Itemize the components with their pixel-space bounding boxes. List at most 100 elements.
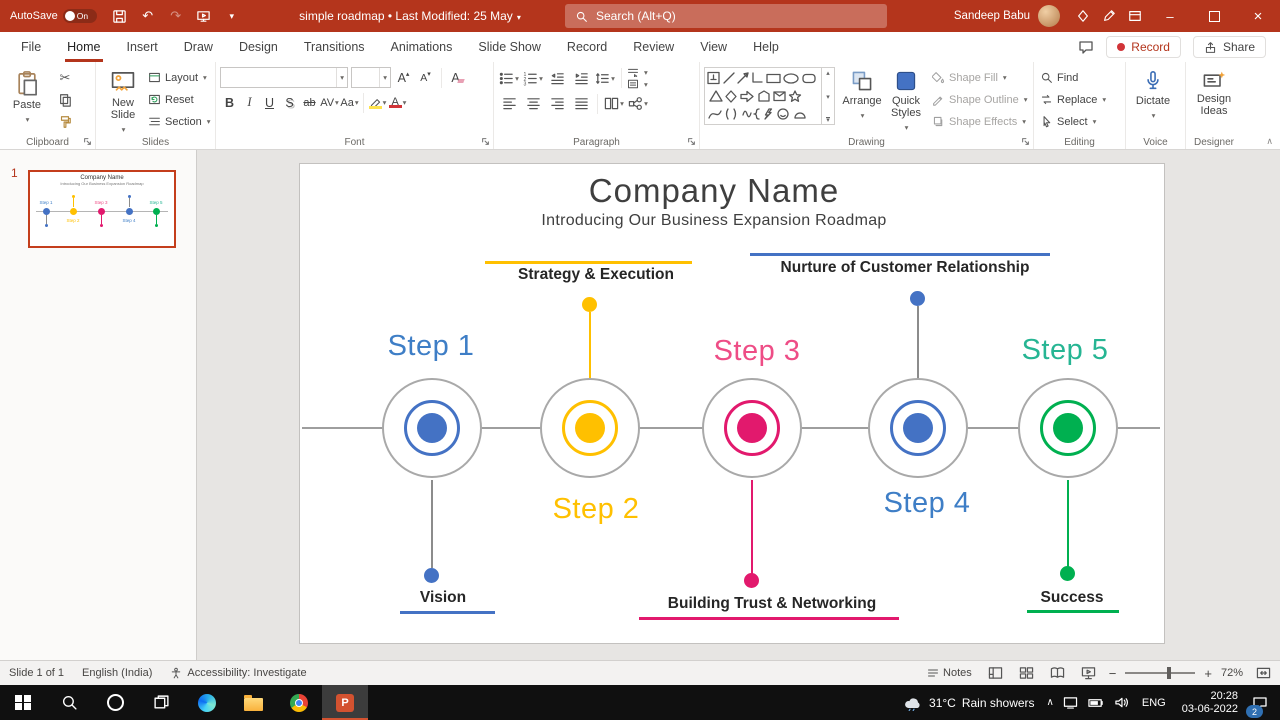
record-button[interactable]: Record	[1106, 36, 1181, 58]
replace-button[interactable]: Replace▾	[1040, 89, 1106, 110]
tab-design[interactable]: Design	[226, 32, 291, 62]
select-button[interactable]: Select▾	[1040, 111, 1106, 132]
shape-gallery-scrollbar[interactable]: ▴ ▾ ▾	[822, 67, 835, 125]
clipboard-dialog-launcher[interactable]	[83, 137, 92, 146]
convert-to-smartart-button[interactable]: ▾	[627, 93, 649, 114]
line-spacing-button[interactable]: ▾	[594, 68, 616, 89]
gallery-down-icon[interactable]: ▾	[826, 93, 830, 101]
taskbar-search-button[interactable]	[46, 685, 92, 720]
step-label[interactable]: Step 5	[1022, 334, 1109, 367]
font-name-combobox[interactable]: ▾	[220, 67, 348, 88]
reading-view-button[interactable]	[1047, 663, 1069, 683]
user-avatar[interactable]	[1038, 5, 1060, 27]
quick-styles-button[interactable]: Quick Styles▾	[885, 67, 927, 134]
start-button[interactable]	[0, 685, 46, 720]
minimize-button[interactable]: –	[1148, 0, 1192, 32]
quick-access-chevron-icon[interactable]: ▾	[219, 3, 245, 29]
tab-view[interactable]: View	[687, 32, 740, 62]
text-shadow-button[interactable]: S	[280, 92, 299, 113]
font-size-combobox[interactable]: ▾	[351, 67, 391, 88]
tab-file[interactable]: File	[8, 32, 54, 62]
volume-tray-icon[interactable]	[1109, 685, 1134, 720]
normal-view-button[interactable]	[985, 663, 1007, 683]
shrink-font-button[interactable]: A▾	[416, 67, 435, 88]
slide-sorter-view-button[interactable]	[1016, 663, 1038, 683]
ink-icon[interactable]	[1096, 3, 1122, 29]
tab-review[interactable]: Review	[620, 32, 687, 62]
reset-button[interactable]: Reset	[148, 89, 210, 110]
fit-to-window-button[interactable]	[1252, 663, 1274, 683]
decrease-indent-button[interactable]	[546, 68, 568, 89]
underline-button[interactable]: U	[260, 92, 279, 113]
shape-outline-button[interactable]: Shape Outline▾	[932, 89, 1027, 110]
step-ring[interactable]	[1018, 378, 1118, 478]
copy-button[interactable]	[54, 89, 76, 110]
zoom-in-button[interactable]: +	[1204, 666, 1212, 681]
numbering-button[interactable]: 123▾	[522, 68, 544, 89]
justify-button[interactable]	[570, 93, 592, 114]
weather-widget[interactable]: 31°C Rain showers	[895, 685, 1043, 720]
strikethrough-button[interactable]: ab	[300, 92, 319, 113]
shape-gallery[interactable]	[704, 67, 822, 125]
share-button[interactable]: Share	[1193, 36, 1266, 58]
tab-transitions[interactable]: Transitions	[291, 32, 378, 62]
redo-icon[interactable]: ↷	[163, 3, 189, 29]
cortana-button[interactable]	[92, 685, 138, 720]
bullets-button[interactable]: ▾	[498, 68, 520, 89]
slideshow-view-button[interactable]	[1078, 663, 1100, 683]
bold-button[interactable]: B	[220, 92, 239, 113]
character-spacing-button[interactable]: AV▾	[320, 92, 339, 113]
notes-button[interactable]: Notes	[923, 667, 976, 679]
collapse-ribbon-icon[interactable]: ∧	[1266, 136, 1273, 147]
input-language[interactable]: ENG	[1134, 685, 1174, 720]
text-direction-button[interactable]: ▾	[627, 67, 648, 77]
tab-animations[interactable]: Animations	[378, 32, 466, 62]
file-explorer-taskbar-icon[interactable]	[230, 685, 276, 720]
change-case-button[interactable]: Aa▾	[340, 92, 359, 113]
layout-button[interactable]: Layout▾	[148, 67, 210, 88]
grow-font-button[interactable]: A▴	[394, 67, 413, 88]
align-right-button[interactable]	[546, 93, 568, 114]
chrome-taskbar-icon[interactable]	[276, 685, 322, 720]
tab-draw[interactable]: Draw	[171, 32, 226, 62]
cut-button[interactable]: ✂	[54, 67, 76, 88]
shape-effects-button[interactable]: Shape Effects▾	[932, 111, 1027, 132]
slide[interactable]: Company Name Introducing Our Business Ex…	[299, 163, 1165, 644]
arrange-button[interactable]: Arrange▾	[839, 67, 885, 122]
align-text-button[interactable]: ▾	[627, 79, 648, 89]
tab-insert[interactable]: Insert	[114, 32, 171, 62]
design-ideas-button[interactable]: Design Ideas	[1190, 67, 1238, 117]
undo-icon[interactable]: ↶	[135, 3, 161, 29]
cast-tray-icon[interactable]	[1058, 685, 1083, 720]
font-dialog-launcher[interactable]	[481, 137, 490, 146]
taskbar-clock[interactable]: 20:28 03-06-2022	[1174, 690, 1246, 716]
font-color-button[interactable]: A▾	[388, 92, 407, 113]
search-box[interactable]: Search (Alt+Q)	[565, 4, 887, 28]
zoom-out-button[interactable]: −	[1109, 666, 1117, 681]
ribbon-display-icon[interactable]	[1122, 3, 1148, 29]
autosave-toggle[interactable]: AutoSave On	[10, 9, 97, 23]
accessibility-status[interactable]: Accessibility: Investigate	[161, 667, 315, 679]
hidden-icons-chevron[interactable]: ∧	[1043, 685, 1058, 720]
increase-indent-button[interactable]	[570, 68, 592, 89]
section-button[interactable]: Section▾	[148, 111, 210, 132]
tab-help[interactable]: Help	[740, 32, 792, 62]
slide-thumbnail[interactable]: Company Name Introducing Our Business Ex…	[28, 170, 176, 248]
align-left-button[interactable]	[498, 93, 520, 114]
present-icon[interactable]	[1070, 3, 1096, 29]
zoom-level[interactable]: 72%	[1221, 667, 1243, 679]
zoom-slider[interactable]	[1125, 672, 1195, 674]
slideshow-icon[interactable]	[191, 3, 217, 29]
action-center-button[interactable]: 2	[1246, 685, 1280, 720]
shape-fill-button[interactable]: Shape Fill▾	[932, 67, 1027, 88]
new-slide-button[interactable]: New Slide▾	[100, 67, 146, 136]
text-highlight-button[interactable]: ▾	[368, 92, 387, 113]
close-button[interactable]: ×	[1236, 0, 1280, 32]
italic-button[interactable]: I	[240, 92, 259, 113]
align-center-button[interactable]	[522, 93, 544, 114]
powerpoint-taskbar-icon[interactable]: P	[322, 685, 368, 720]
drawing-dialog-launcher[interactable]	[1021, 137, 1030, 146]
save-icon[interactable]	[107, 3, 133, 29]
format-painter-button[interactable]	[54, 111, 76, 132]
task-view-button[interactable]	[138, 685, 184, 720]
